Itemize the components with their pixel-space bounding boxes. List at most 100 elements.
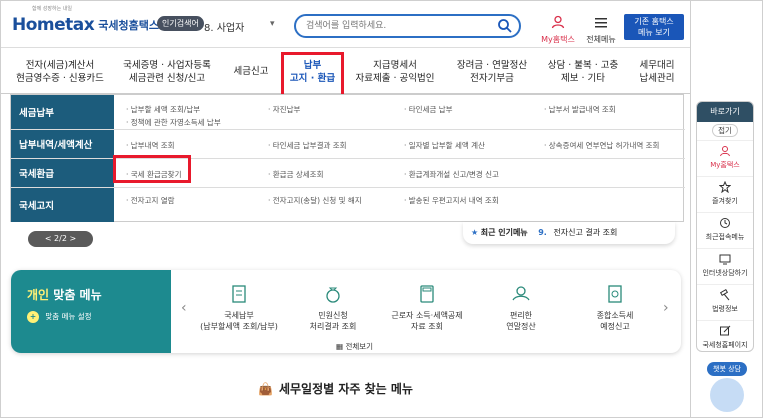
- chevron-left-icon[interactable]: ‹: [181, 300, 187, 316]
- dropdown-link[interactable]: 발송된 우편고지서 내역 조회: [404, 195, 499, 206]
- quick-menu-title: 바로가기: [697, 102, 753, 122]
- dropdown-row-notice: 국세고지 전자고지 열람 전자고지(송달) 신청 및 해지 발송된 우편고지서 …: [11, 188, 685, 222]
- recent-popular-box[interactable]: ★ 최근 인기메뉴 9. 전자신고 결과 조회: [463, 222, 675, 244]
- quick-consult[interactable]: 인터넷상담하기: [697, 248, 753, 284]
- top-header: 함께 성장하는 내일 Hometax 국세청홈택스 인기검색어 8. 사업자 ▾…: [0, 0, 690, 47]
- nav-incentive[interactable]: 장려금 · 연말정산 전자기부금: [446, 48, 538, 95]
- chevron-right-icon[interactable]: ›: [663, 300, 669, 316]
- personal-item[interactable]: 민원신청 처리결과 조회: [285, 283, 381, 332]
- dropdown-link[interactable]: 납부내역 조회: [126, 140, 175, 151]
- personal-item-label: 종합소득세 예정신고: [596, 311, 634, 331]
- chevron-down-icon[interactable]: ▾: [270, 19, 275, 29]
- search-input[interactable]: [306, 19, 486, 33]
- dropdown-link[interactable]: 납부할 세액 조회/납부: [126, 104, 200, 115]
- quick-law[interactable]: 법령정보: [697, 284, 753, 320]
- main-nav: 전자(세금)계산서 현금영수증 · 신용카드 국세증명 · 사업자등록 세금관련…: [0, 47, 690, 94]
- dropdown-link[interactable]: 일자별 납부할 세액 계산: [404, 140, 485, 151]
- dropdown-link[interactable]: 상속증여세 연부연납 허가내역 조회: [544, 140, 660, 151]
- quick-item-label: 인터넷상담하기: [702, 269, 748, 277]
- frame-line-divider: [690, 0, 691, 418]
- hometax-logo[interactable]: Hometax 국세청홈택스: [12, 10, 159, 40]
- personal-item[interactable]: 편리한 연말정산: [473, 283, 569, 332]
- recent-item[interactable]: 전자신고 결과 조회: [553, 228, 617, 237]
- user-icon: [551, 15, 565, 29]
- all-menu-button[interactable]: 전체메뉴: [584, 14, 618, 45]
- personal-item-label: 국세납부 (납부할세액 조회/납부): [200, 311, 278, 331]
- quick-menu-bar: 바로가기 접기 My홈택스 즐겨찾기 최근접속메뉴 인터넷상담하기 법령정보 국…: [696, 101, 754, 352]
- dropdown-link[interactable]: 납부서 발급내역 조회: [544, 104, 616, 115]
- star-icon: ★: [471, 228, 479, 237]
- quick-collapse-label: 접기: [712, 124, 738, 137]
- logo-ko-text: 국세청홈택스: [98, 19, 159, 32]
- dropdown-head[interactable]: 납부내역/세액계산: [11, 130, 114, 158]
- nav-statement[interactable]: 지급명세서 자료제출 · 공익법인: [346, 48, 444, 95]
- quick-my-hometax[interactable]: My홈택스: [697, 140, 753, 176]
- hometax-page: 함께 성장하는 내일 Hometax 국세청홈택스 인기검색어 8. 사업자 ▾…: [0, 0, 763, 418]
- nav-agent[interactable]: 세무대리 납세관리: [628, 48, 686, 95]
- personal-menu-header: 개인 맞춤 메뉴 + 맞춤 메뉴 설정: [11, 270, 171, 353]
- dropdown-link[interactable]: 타인세금 납부결과 조회: [268, 140, 347, 151]
- refund-highlight-box: [113, 155, 191, 183]
- personal-menu-card: 개인 맞춤 메뉴 + 맞춤 메뉴 설정 ‹ 국세납부 (납부할세액 조회/납부)…: [11, 270, 681, 353]
- my-hometax-button[interactable]: My홈택스: [540, 14, 576, 45]
- nav-certificate[interactable]: 국세증명 · 사업자등록 세금관련 신청/신고: [112, 48, 222, 95]
- recent-num: 9.: [538, 228, 547, 237]
- personal-setting-label: 맞춤 메뉴 설정: [45, 312, 92, 321]
- view-all-button[interactable]: ▦ 전체보기: [331, 340, 379, 353]
- personal-menu-title: 개인 맞춤 메뉴: [27, 286, 102, 303]
- nav-e-invoice[interactable]: 전자(세금)계산서 현금영수증 · 신용카드: [10, 48, 110, 95]
- nav-consult[interactable]: 상담 · 불복 · 고충 제보 · 기타: [540, 48, 626, 95]
- dropdown-head[interactable]: 국세환급: [11, 159, 114, 187]
- personal-item[interactable]: 국세납부 (납부할세액 조회/납부): [191, 283, 287, 332]
- quick-collapse-button[interactable]: 접기: [697, 122, 753, 140]
- quick-nts-home[interactable]: 국세청홈페이지: [697, 320, 753, 351]
- personal-item[interactable]: 종합소득세 예정신고: [567, 283, 663, 332]
- quick-recent[interactable]: 최근접속메뉴: [697, 212, 753, 248]
- dropdown-link[interactable]: 환급금 상세조회: [268, 169, 324, 180]
- dropdown-link[interactable]: 정책에 관한 자영소득세 납부: [126, 117, 221, 128]
- legacy-menu-button[interactable]: 기존 홈택스 메뉴 보기: [624, 14, 684, 40]
- search-icon[interactable]: [497, 18, 513, 34]
- dropdown-link[interactable]: 자진납부: [268, 104, 301, 115]
- banner-pager[interactable]: < 2/2 >: [28, 231, 93, 247]
- dropdown-link[interactable]: 타인세금 납부: [404, 104, 453, 115]
- hot-search-item[interactable]: 8. 사업자: [204, 19, 244, 34]
- quick-item-label: 최근접속메뉴: [705, 233, 745, 241]
- dropdown-head[interactable]: 국세고지: [11, 188, 114, 222]
- personal-title-a: 개인: [27, 288, 50, 302]
- schedule-heading: 👜 세무일정별 자주 찾는 메뉴: [258, 380, 413, 397]
- clock-icon: [720, 218, 730, 228]
- personal-title-b: 맞춤 메뉴: [53, 288, 102, 302]
- hands-icon: [512, 286, 530, 301]
- calculator-icon: [420, 285, 434, 303]
- hamburger-icon: [595, 18, 607, 28]
- personal-item-label: 민원신청 처리결과 조회: [309, 311, 357, 331]
- dropdown-link[interactable]: 전자고지(송달) 신청 및 해지: [268, 195, 362, 206]
- dropdown-link[interactable]: 전자고지 열람: [126, 195, 175, 206]
- chatbot-robot-icon[interactable]: [710, 378, 744, 412]
- plus-icon: +: [27, 311, 39, 323]
- nav-dropdown-panel: 세금납부 납부할 세액 조회/납부 자진납부 타인세금 납부 납부서 발급내역 …: [10, 94, 685, 222]
- file-icon: [608, 285, 622, 303]
- quick-item-label: 국세청홈페이지: [702, 341, 748, 349]
- logo-en-text: Hometax: [12, 15, 95, 35]
- quick-item-label: 즐겨찾기: [712, 197, 738, 205]
- dropdown-row-payment: 세금납부 납부할 세액 조회/납부 자진납부 타인세금 납부 납부서 발급내역 …: [11, 95, 685, 130]
- personal-item[interactable]: 근로자 소득·세액공제 자료 조회: [379, 283, 475, 332]
- quick-item-label: My홈택스: [710, 161, 740, 169]
- dropdown-link[interactable]: 환급계좌개설 신고/변경 신고: [404, 169, 499, 180]
- dropdown-head[interactable]: 세금납부: [11, 95, 114, 129]
- recent-title: 최근 인기메뉴: [480, 228, 528, 237]
- nav-highlight-box: [281, 52, 344, 97]
- hot-search-badge: 인기검색어: [157, 16, 204, 31]
- personal-item-label: 근로자 소득·세액공제 자료 조회: [391, 311, 463, 331]
- personal-item-label: 편리한 연말정산: [506, 311, 536, 331]
- quick-item-label: 법령정보: [712, 305, 738, 313]
- chatbot-button[interactable]: 챗봇 상담: [707, 362, 747, 376]
- money-bag-icon: [326, 287, 340, 303]
- monitor-icon: [719, 254, 731, 265]
- personal-menu-setting[interactable]: + 맞춤 메뉴 설정: [27, 311, 92, 323]
- quick-favorites[interactable]: 즐겨찾기: [697, 176, 753, 212]
- nav-tax-report[interactable]: 세금신고: [224, 48, 278, 95]
- frame-line-top: [0, 0, 763, 1]
